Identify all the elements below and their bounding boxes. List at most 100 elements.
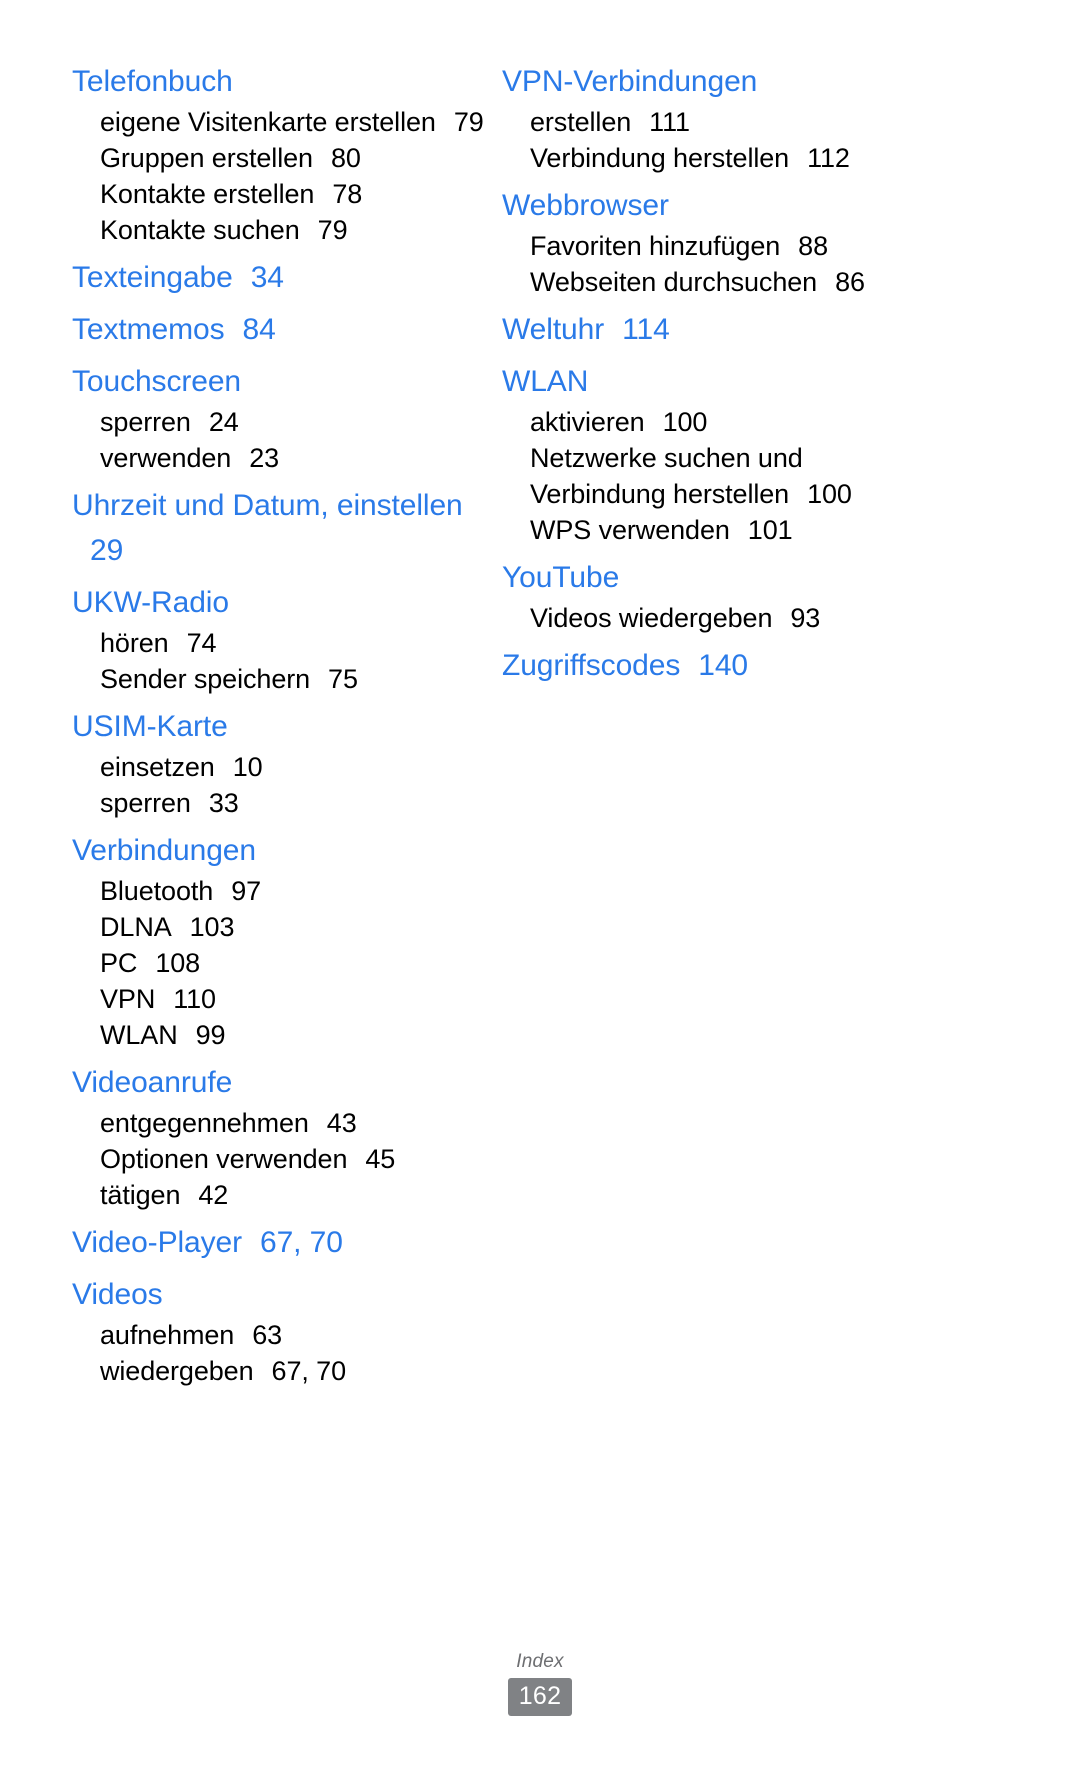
index-sub-entry[interactable]: Gruppen erstellen 80	[100, 140, 502, 176]
index-sub-entry[interactable]: Webseiten durchsuchen 86	[530, 264, 932, 300]
index-sub-entry[interactable]: Videos wiedergeben 93	[530, 600, 932, 636]
index-sub-entry-label: Kontakte suchen	[100, 215, 300, 245]
index-sub-entry-label: eigene Visitenkarte erstellen	[100, 107, 436, 137]
index-heading[interactable]: Weltuhr 114	[502, 300, 932, 352]
index-sub-entry-page-number: 112	[807, 143, 850, 173]
index-sub-entry[interactable]: Kontakte suchen 79	[100, 212, 502, 248]
index-heading[interactable]: Webbrowser	[502, 176, 932, 228]
index-sub-entry-label: DLNA	[100, 912, 172, 942]
index-sub-entry-page-number: 10	[232, 752, 263, 782]
index-sub-entry[interactable]: Favoriten hinzufügen 88	[530, 228, 932, 264]
index-sub-entry[interactable]: Sender speichern 75	[100, 661, 502, 697]
index-sub-entry-label: wiedergeben	[100, 1356, 254, 1386]
index-sub-entry-page-number: 74	[186, 628, 217, 658]
index-entry-group: UKW-Radio hören 74 Sender speichern 75	[72, 573, 502, 697]
index-sub-entry-page-number: 33	[208, 788, 239, 818]
index-sub-entry[interactable]: verwenden 23	[100, 440, 502, 476]
index-heading[interactable]: Textmemos 84	[72, 300, 502, 352]
index-entry-group: WLAN aktivieren 100 Netzwerke suchen und Ve…	[502, 352, 932, 548]
index-page: Telefonbuch eigene Visitenkarte erstellen…	[0, 0, 1080, 1771]
index-sub-entry-page-number: 111	[649, 107, 690, 137]
index-sub-entry[interactable]: Bluetooth 97	[100, 873, 502, 909]
index-sub-entry[interactable]: entgegennehmen 43	[100, 1105, 502, 1141]
index-sub-entry-page-number: 110	[173, 984, 216, 1014]
index-sub-entry-label: Gruppen erstellen	[100, 143, 313, 173]
index-sub-entry[interactable]: Netzwerke suchen und Verbindung herstell…	[530, 440, 930, 512]
index-heading[interactable]: YouTube	[502, 548, 932, 600]
index-sub-entry-page-number: 86	[835, 267, 865, 297]
index-sub-entry[interactable]: eigene Visitenkarte erstellen 79	[100, 104, 500, 140]
index-entry-group: Weltuhr 114	[502, 300, 932, 352]
index-heading[interactable]: Zugriffscodes 140	[502, 636, 932, 688]
index-sub-entry-page-number: 80	[330, 143, 361, 173]
index-heading-page-number[interactable]: 140	[698, 649, 748, 682]
index-sub-entry[interactable]: sperren 24	[100, 404, 502, 440]
index-sub-entry-label: Verbindung herstellen	[530, 143, 790, 173]
index-heading-page-number[interactable]: 29	[90, 534, 123, 567]
index-sub-entry-page-number: 93	[790, 603, 821, 633]
index-sub-entry[interactable]: erstellen 111	[530, 104, 932, 140]
index-sub-entry[interactable]: WLAN 99	[100, 1017, 502, 1053]
index-sub-entry[interactable]: WPS verwenden 101	[530, 512, 932, 548]
index-sub-entry[interactable]: hören 74	[100, 625, 502, 661]
index-entry-group: Videos aufnehmen 63 wiedergeben 67, 70	[72, 1265, 502, 1389]
index-heading[interactable]: Telefonbuch	[72, 52, 502, 104]
index-sub-entry-page-number: 78	[332, 179, 363, 209]
index-sub-entry-page-number: 79	[317, 215, 348, 245]
index-entry-group: Texteingabe 34	[72, 248, 502, 300]
index-sub-entry-page-number: 45	[365, 1144, 396, 1174]
index-entry-group: YouTube Videos wiedergeben 93	[502, 548, 932, 636]
index-sub-entry[interactable]: PC 108	[100, 945, 502, 981]
index-sub-entry-label: aufnehmen	[100, 1320, 235, 1350]
index-sub-entry-label: erstellen	[530, 107, 632, 137]
index-entry-group: Textmemos 84	[72, 300, 502, 352]
index-sub-entry[interactable]: wiedergeben 67, 70	[100, 1353, 502, 1389]
index-column-left: Telefonbuch eigene Visitenkarte erstellen…	[72, 52, 502, 1389]
index-sub-entry[interactable]: tätigen 42	[100, 1177, 502, 1213]
index-heading-page-number[interactable]: 84	[242, 313, 275, 346]
index-heading[interactable]: Video-Player 67, 70	[72, 1213, 502, 1265]
index-sub-entry-label: WLAN	[100, 1020, 178, 1050]
index-heading[interactable]: WLAN	[502, 352, 932, 404]
index-sub-entry-label: verwenden	[100, 443, 232, 473]
index-heading[interactable]: Touchscreen	[72, 352, 502, 404]
index-sub-entry[interactable]: einsetzen 10	[100, 749, 502, 785]
index-sub-entry-label: WPS verwenden	[530, 515, 730, 545]
index-sub-entry[interactable]: DLNA 103	[100, 909, 502, 945]
index-entry-group: VPN-Verbindungen erstellen 111 Verbindung h…	[502, 52, 932, 176]
index-entry-group: Verbindungen Bluetooth 97 DLNA 103 PC 108 VPN 11…	[72, 821, 502, 1053]
index-heading[interactable]: Texteingabe 34	[72, 248, 502, 300]
index-heading-page-number[interactable]: 34	[251, 261, 284, 294]
index-heading-page-number[interactable]: 114	[622, 313, 670, 346]
index-heading[interactable]: Videos	[72, 1265, 502, 1317]
index-sub-entry[interactable]: Verbindung herstellen 112	[530, 140, 932, 176]
index-sub-entry-label: aktivieren	[530, 407, 645, 437]
index-sub-entry-page-number: 99	[195, 1020, 226, 1050]
index-sub-entry-label: Kontakte erstellen	[100, 179, 315, 209]
index-heading[interactable]: Uhrzeit und Datum, einstellen29	[72, 476, 472, 573]
index-sub-entry-page-number: 103	[189, 912, 235, 942]
index-sub-entry[interactable]: Kontakte erstellen 78	[100, 176, 502, 212]
index-entry-group: Webbrowser Favoriten hinzufügen 88 Webseite…	[502, 176, 932, 300]
index-entry-group: Videoanrufe entgegennehmen 43 Optionen verw…	[72, 1053, 502, 1213]
index-sub-entry-page-number: 79	[453, 107, 484, 137]
index-entry-group: Video-Player 67, 70	[72, 1213, 502, 1265]
index-heading[interactable]: USIM-Karte	[72, 697, 502, 749]
index-heading[interactable]: Verbindungen	[72, 821, 502, 873]
index-heading[interactable]: VPN-Verbindungen	[502, 52, 932, 104]
index-sub-entry[interactable]: Optionen verwenden 45	[100, 1141, 502, 1177]
index-heading[interactable]: UKW-Radio	[72, 573, 502, 625]
index-sub-entry[interactable]: sperren 33	[100, 785, 502, 821]
index-heading[interactable]: Videoanrufe	[72, 1053, 502, 1105]
index-entry-group: Telefonbuch eigene Visitenkarte erstellen…	[72, 52, 502, 248]
index-columns: Telefonbuch eigene Visitenkarte erstellen…	[0, 52, 1080, 1389]
index-heading-page-number[interactable]: 67, 70	[260, 1226, 343, 1259]
index-sub-entry-page-number: 97	[231, 876, 262, 906]
index-sub-entry-page-number: 43	[326, 1108, 357, 1138]
index-sub-entry[interactable]: aufnehmen 63	[100, 1317, 502, 1353]
index-entry-group: Zugriffscodes 140	[502, 636, 932, 688]
index-sub-entry[interactable]: aktivieren 100	[530, 404, 932, 440]
index-sub-entry[interactable]: VPN 110	[100, 981, 502, 1017]
page-footer: Index 162	[0, 1650, 1080, 1716]
index-sub-entry-label: Favoriten hinzufügen	[530, 231, 781, 261]
